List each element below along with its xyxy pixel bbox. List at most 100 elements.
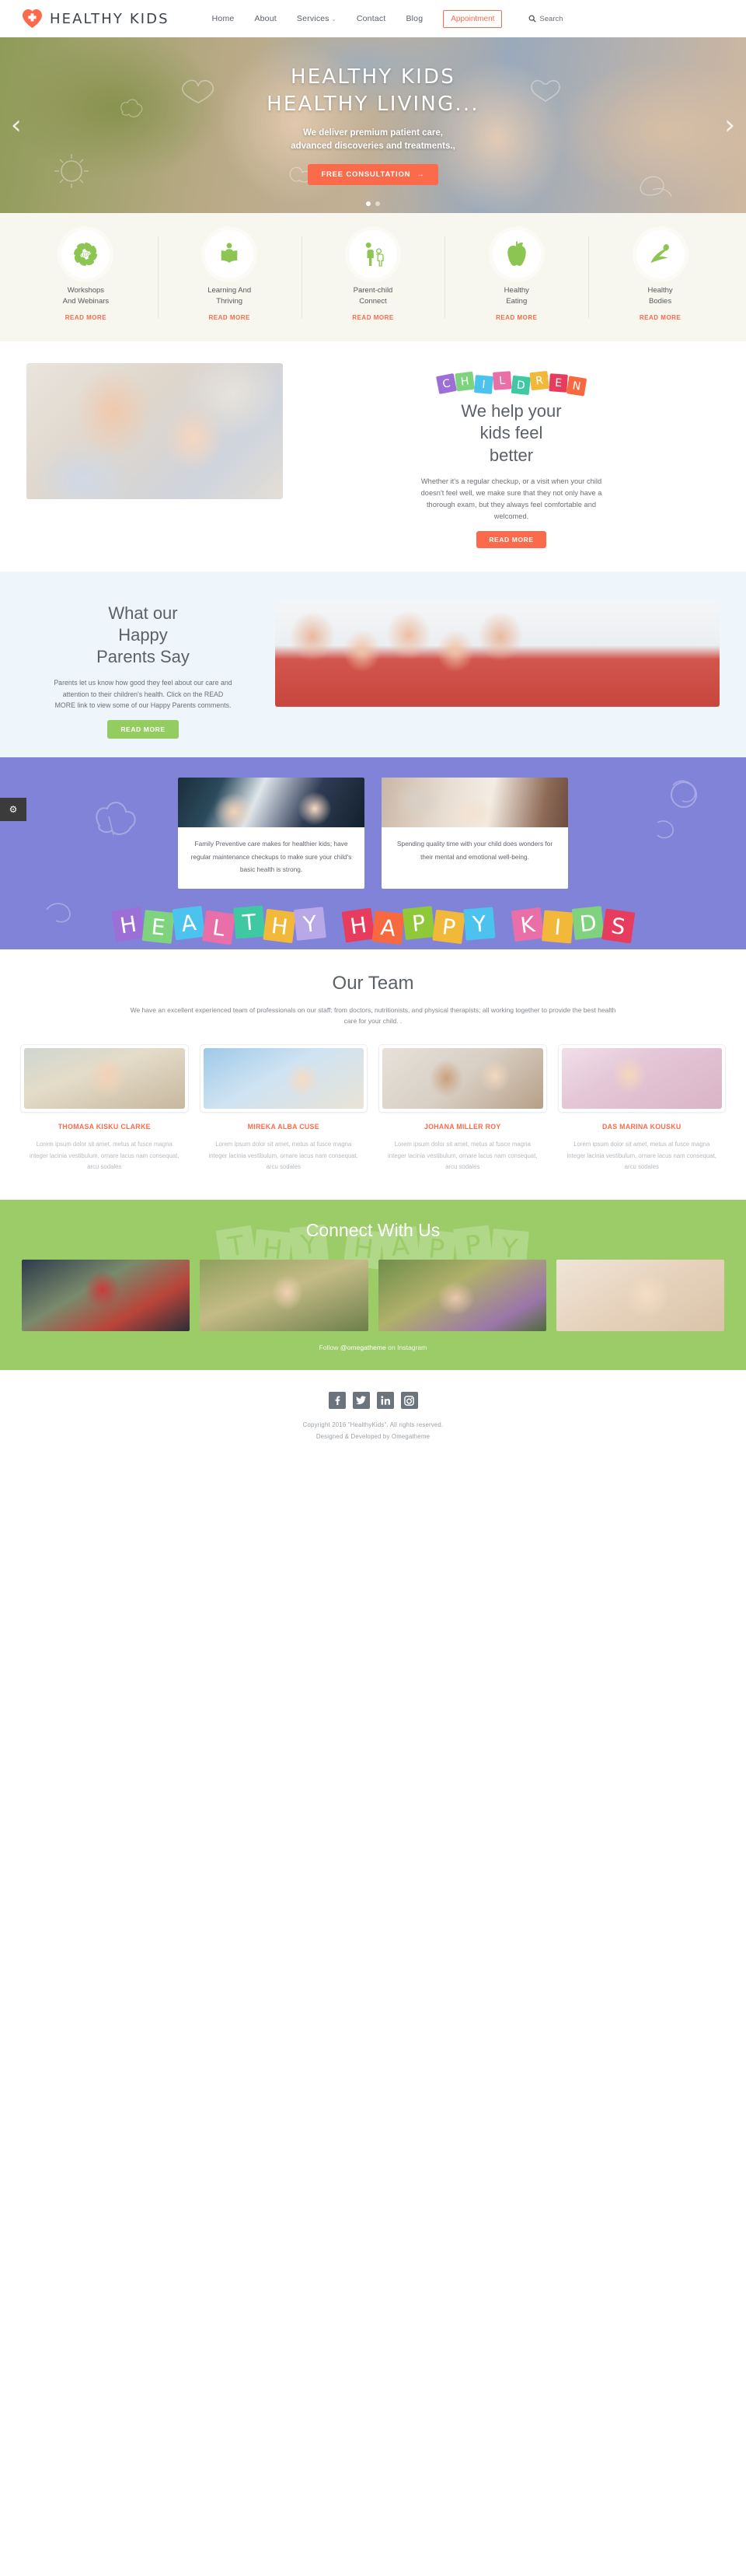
testimonial-card-2[interactable]: Spending quality time with your child do… bbox=[382, 778, 568, 889]
nav-item-home[interactable]: Home bbox=[212, 14, 235, 23]
carousel-prev-button[interactable]: ‹ bbox=[11, 112, 22, 138]
team-photo-frame-3 bbox=[378, 1043, 547, 1113]
follow-suffix: on Instagram bbox=[385, 1344, 427, 1352]
instagram-icon[interactable] bbox=[400, 1392, 418, 1410]
banner-letter-y1: Y bbox=[293, 906, 326, 941]
team-photo-frame-1 bbox=[20, 1043, 189, 1113]
children-letter-5: R bbox=[528, 370, 549, 390]
hero-title-line1: HEALTHY KIDS bbox=[291, 65, 455, 89]
instagram-photo-3[interactable] bbox=[378, 1260, 546, 1332]
free-consultation-button[interactable]: FREE CONSULTATION → bbox=[308, 163, 438, 185]
credit-line: Designed & Developed by Omegatheme bbox=[315, 1432, 431, 1440]
team-photo-frame-2 bbox=[199, 1043, 368, 1113]
carousel-next-button[interactable]: › bbox=[724, 112, 735, 138]
parents-heading-line1: What our bbox=[108, 603, 178, 623]
feature-read-more-1[interactable]: READ MORE bbox=[19, 314, 153, 321]
facebook-icon[interactable] bbox=[328, 1392, 346, 1410]
banner-letter-a2: A bbox=[371, 910, 405, 945]
banner-letter-l1: L bbox=[201, 910, 235, 945]
banner-letter-k1: K bbox=[511, 907, 544, 942]
team-member-2[interactable]: MIREKA ALBA CUSE Lorem ipsum dolor sit a… bbox=[199, 1043, 368, 1173]
brand-name: HEALTHY KIDS bbox=[50, 10, 169, 27]
twitter-icon[interactable] bbox=[352, 1392, 370, 1410]
feature-icon-wrap-3 bbox=[348, 230, 397, 278]
feature-icon-wrap-1: KIDS bbox=[61, 230, 110, 278]
brand-logo[interactable]: HEALTHY KIDS bbox=[22, 9, 169, 29]
search-label: Search bbox=[539, 14, 563, 23]
feature-parent-child-connect[interactable]: Parent-child Connect READ MORE bbox=[301, 230, 445, 321]
hero-carousel: HEALTHY KIDS HEALTHY LIVING... We delive… bbox=[0, 37, 746, 213]
feature-workshops-and-webinars[interactable]: KIDS Workshops And Webinars READ MORE bbox=[14, 230, 158, 321]
happy-parents-section: What our Happy Parents Say Parents let u… bbox=[0, 571, 746, 758]
feature-healthy-eating[interactable]: Healthy Eating READ MORE bbox=[444, 230, 588, 321]
parents-read-more-button[interactable]: READ MORE bbox=[107, 720, 179, 739]
parents-heading: What our Happy Parents Say bbox=[26, 603, 260, 668]
team-member-photo-3 bbox=[382, 1047, 543, 1109]
team-member-4[interactable]: DAS MARINA KOUSKU Lorem ipsum dolor sit … bbox=[557, 1043, 726, 1173]
help-paragraph: Whether it's a regular checkup, or a vis… bbox=[420, 477, 602, 520]
banner-letter-p2: P bbox=[431, 909, 465, 944]
running-person-icon bbox=[650, 244, 669, 264]
connect-section: T H Y H A P P Y Connect With Us Follow @… bbox=[0, 1200, 746, 1371]
team-member-photo-1 bbox=[24, 1047, 185, 1109]
testimonial-photo-1 bbox=[178, 778, 364, 828]
feature-title-3b: Connect bbox=[359, 296, 387, 306]
banner-letter-h1: H bbox=[110, 907, 145, 942]
team-member-name-1: THOMASA KISKU CLARKE bbox=[58, 1122, 151, 1131]
team-member-name-3: JOHANA MILLER ROY bbox=[424, 1122, 501, 1131]
site-footer: Copyright 2016 "HealthyKids". All rights… bbox=[0, 1370, 746, 1463]
team-grid: THOMASA KISKU CLARKE Lorem ipsum dolor s… bbox=[17, 1043, 729, 1173]
hero-title-line2: HEALTHY LIVING... bbox=[267, 93, 479, 117]
nav-item-blog[interactable]: Blog bbox=[406, 14, 423, 23]
feature-healthy-bodies[interactable]: Healthy Bodies READ MORE bbox=[588, 230, 732, 321]
testimonial-photo-2 bbox=[382, 778, 568, 828]
settings-side-tab[interactable]: ⚙ bbox=[0, 798, 26, 822]
feature-title-5b: Bodies bbox=[649, 296, 672, 306]
nav-item-contact[interactable]: Contact bbox=[357, 14, 386, 23]
happy-parents-photo bbox=[275, 600, 720, 707]
help-heading: We help your kids feel better bbox=[303, 400, 720, 467]
feature-icon-wrap-4 bbox=[492, 230, 541, 278]
parents-paragraph: Parents let us know how good they feel a… bbox=[54, 679, 232, 709]
feature-read-more-4[interactable]: READ MORE bbox=[449, 314, 584, 321]
feature-read-more-5[interactable]: READ MORE bbox=[593, 314, 727, 321]
help-heading-line2: kids feel bbox=[479, 423, 543, 443]
feature-learning-and-thriving[interactable]: Learning And Thriving READ MORE bbox=[157, 230, 302, 321]
children-letter-2: I bbox=[473, 374, 493, 394]
feature-read-more-2[interactable]: READ MORE bbox=[162, 314, 297, 321]
hero-subtitle-line2: advanced discoveries and treatments., bbox=[291, 141, 455, 151]
children-letter-3: L bbox=[492, 370, 511, 390]
testimonial-cards: Family Preventive care makes for healthi… bbox=[0, 778, 746, 889]
nav-item-services[interactable]: Services ⌄ bbox=[297, 14, 336, 23]
team-section: Our Team We have an excellent experience… bbox=[0, 949, 746, 1201]
instagram-photo-2[interactable] bbox=[200, 1260, 368, 1332]
carousel-dot-1[interactable] bbox=[366, 201, 371, 206]
carousel-dots bbox=[0, 201, 746, 206]
instagram-photo-4[interactable] bbox=[556, 1260, 724, 1332]
feature-read-more-3[interactable]: READ MORE bbox=[306, 314, 441, 321]
open-book-reader-icon bbox=[221, 243, 238, 264]
instagram-handle-link[interactable]: @omegatheme bbox=[340, 1344, 386, 1351]
team-member-name-4: DAS MARINA KOUSKU bbox=[601, 1122, 682, 1131]
copyright-line: Copyright 2016 "HealthyKids". All rights… bbox=[302, 1421, 444, 1429]
search-button[interactable]: Search bbox=[528, 15, 563, 23]
banner-letter-h2: H bbox=[262, 908, 296, 943]
instagram-photo-1[interactable] bbox=[22, 1260, 190, 1332]
team-member-1[interactable]: THOMASA KISKU CLARKE Lorem ipsum dolor s… bbox=[20, 1043, 189, 1173]
linkedin-icon[interactable] bbox=[376, 1392, 394, 1410]
feature-title-4a: Healthy bbox=[504, 286, 529, 295]
instagram-grid bbox=[0, 1260, 746, 1332]
nav-item-about[interactable]: About bbox=[254, 14, 276, 23]
testimonial-card-1[interactable]: Family Preventive care makes for healthi… bbox=[178, 778, 364, 889]
connect-heading: Connect With Us bbox=[305, 1220, 441, 1241]
children-word-blocks: C H I L D R E N bbox=[303, 366, 720, 397]
help-read-more-button[interactable]: READ MORE bbox=[476, 530, 546, 548]
appointment-button[interactable]: Appointment bbox=[443, 9, 503, 28]
banner-letter-e1: E bbox=[141, 909, 175, 944]
carousel-dot-2[interactable] bbox=[375, 201, 380, 206]
arrow-right-icon: → bbox=[417, 170, 425, 179]
feature-icon-wrap-2 bbox=[205, 230, 254, 278]
testimonial-text-2: Spending quality time with your child do… bbox=[396, 840, 553, 861]
heart-plus-icon bbox=[22, 9, 43, 29]
team-member-3[interactable]: JOHANA MILLER ROY Lorem ipsum dolor sit … bbox=[378, 1043, 547, 1173]
